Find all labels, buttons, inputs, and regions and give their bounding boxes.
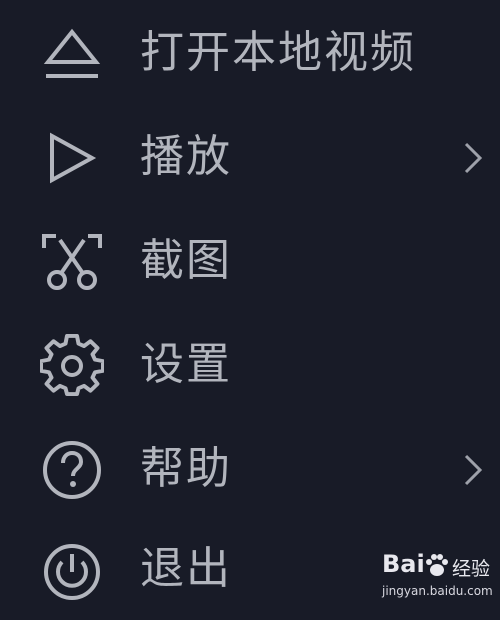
screenshot-scissors-icon — [40, 230, 104, 294]
power-icon — [40, 538, 104, 602]
menu-item-play[interactable]: 播放 — [0, 104, 500, 208]
menu-item-label: 设置 — [140, 339, 232, 390]
gear-icon — [40, 334, 104, 398]
baidu-jingyan-watermark: Bai 经验 jingyan.baidu.com — [380, 548, 498, 604]
help-icon — [40, 438, 104, 502]
play-icon — [40, 126, 104, 190]
context-menu: 打开本地视频 播放 截图 设置 帮助 退出 Bai 经验 jingyan.bai… — [0, 0, 500, 605]
paw-icon — [424, 552, 450, 578]
chevron-right-icon — [458, 450, 488, 490]
menu-item-screenshot[interactable]: 截图 — [0, 208, 500, 312]
watermark-logo-text: Bai — [382, 550, 425, 578]
menu-item-settings[interactable]: 设置 — [0, 312, 500, 416]
watermark-brand-text: 经验 — [452, 558, 491, 580]
menu-item-label: 截图 — [140, 235, 232, 286]
menu-item-open-local-video[interactable]: 打开本地视频 — [0, 0, 500, 104]
menu-item-label: 播放 — [140, 131, 232, 182]
eject-icon — [40, 22, 104, 86]
chevron-right-icon — [458, 138, 488, 178]
watermark-url: jingyan.baidu.com — [382, 584, 493, 598]
menu-item-label: 打开本地视频 — [140, 27, 416, 78]
menu-item-help[interactable]: 帮助 — [0, 416, 500, 520]
menu-item-label: 帮助 — [140, 443, 232, 494]
menu-item-label: 退出 — [140, 543, 232, 594]
